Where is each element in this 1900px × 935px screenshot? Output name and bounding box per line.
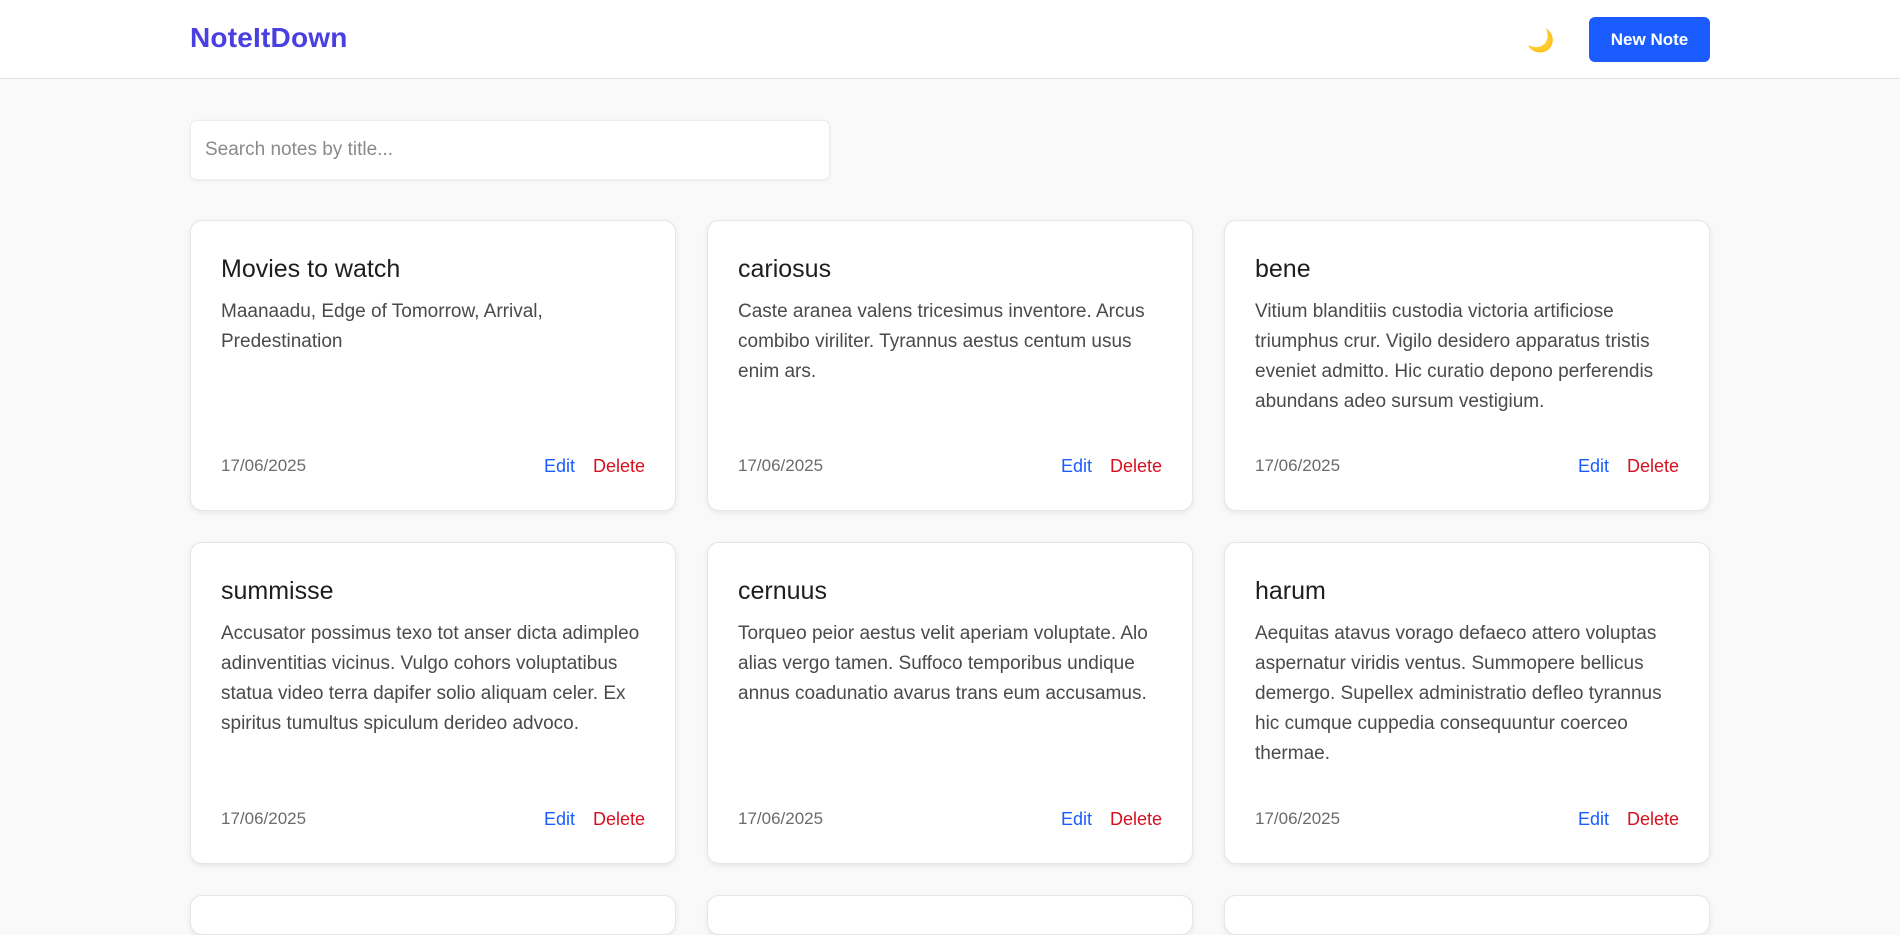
note-body: Caste aranea valens tricesimus inventore…	[738, 301, 1145, 382]
edit-button[interactable]: Edit	[1578, 809, 1609, 829]
note-card: summisse Accusator possimus texo tot ans…	[190, 542, 676, 864]
edit-button[interactable]: Edit	[544, 809, 575, 829]
note-card-partial	[1224, 895, 1710, 935]
edit-button[interactable]: Edit	[1061, 456, 1092, 476]
app-logo[interactable]: NoteItDown	[190, 22, 348, 54]
note-date: 17/06/2025	[1255, 809, 1341, 828]
note-title: bene	[1255, 255, 1311, 283]
note-footer: 17/06/2025 Edit Delete	[1255, 456, 1679, 480]
note-actions: Edit Delete	[1578, 809, 1679, 830]
note-footer: 17/06/2025 Edit Delete	[738, 456, 1162, 480]
edit-button[interactable]: Edit	[1061, 809, 1092, 829]
note-actions: Edit Delete	[1061, 809, 1162, 830]
note-date: 17/06/2025	[221, 809, 307, 828]
note-footer: 17/06/2025 Edit Delete	[221, 456, 645, 480]
app-header: NoteItDown 🌙 New Note	[0, 0, 1900, 79]
note-card: cariosus Caste aranea valens tricesimus …	[707, 220, 1193, 511]
new-note-button[interactable]: New Note	[1589, 17, 1710, 62]
note-body: Accusator possimus texo tot anser dicta …	[221, 623, 640, 734]
note-footer: 17/06/2025 Edit Delete	[1255, 809, 1679, 833]
note-footer: 17/06/2025 Edit Delete	[221, 809, 645, 833]
delete-button[interactable]: Delete	[1110, 456, 1162, 476]
note-actions: Edit Delete	[1061, 456, 1162, 477]
moon-icon[interactable]: 🌙	[1526, 26, 1556, 56]
search-input[interactable]	[190, 120, 830, 180]
edit-button[interactable]: Edit	[1578, 456, 1609, 476]
note-date: 17/06/2025	[221, 456, 307, 475]
delete-button[interactable]: Delete	[1110, 809, 1162, 829]
note-date: 17/06/2025	[738, 809, 824, 828]
note-date: 17/06/2025	[1255, 456, 1341, 475]
delete-button[interactable]: Delete	[1627, 456, 1679, 476]
note-card: Movies to watch Maanaadu, Edge of Tomorr…	[190, 220, 676, 511]
note-date: 17/06/2025	[738, 456, 824, 475]
note-card: harum Aequitas atavus vorago defaeco att…	[1224, 542, 1710, 864]
delete-button[interactable]: Delete	[1627, 809, 1679, 829]
note-footer: 17/06/2025 Edit Delete	[738, 809, 1162, 833]
note-card-partial	[190, 895, 676, 935]
note-body: Torqueo peior aestus velit aperiam volup…	[738, 623, 1148, 704]
delete-button[interactable]: Delete	[593, 456, 645, 476]
note-body: Maanaadu, Edge of Tomorrow, Arrival, Pre…	[221, 301, 543, 352]
note-title: cariosus	[738, 255, 832, 283]
note-actions: Edit Delete	[1578, 456, 1679, 477]
note-title: summisse	[221, 577, 334, 605]
note-card-partial	[707, 895, 1193, 935]
note-body: Vitium blanditiis custodia victoria arti…	[1255, 301, 1654, 412]
note-title: cernuus	[738, 577, 827, 605]
note-card: cernuus Torqueo peior aestus velit aperi…	[707, 542, 1193, 864]
note-title: Movies to watch	[221, 255, 401, 283]
note-actions: Edit Delete	[544, 456, 645, 477]
note-card: bene Vitium blanditiis custodia victoria…	[1224, 220, 1710, 511]
note-actions: Edit Delete	[544, 809, 645, 830]
note-body: Aequitas atavus vorago defaeco attero vo…	[1255, 623, 1662, 764]
delete-button[interactable]: Delete	[593, 809, 645, 829]
note-title: harum	[1255, 577, 1326, 605]
edit-button[interactable]: Edit	[544, 456, 575, 476]
